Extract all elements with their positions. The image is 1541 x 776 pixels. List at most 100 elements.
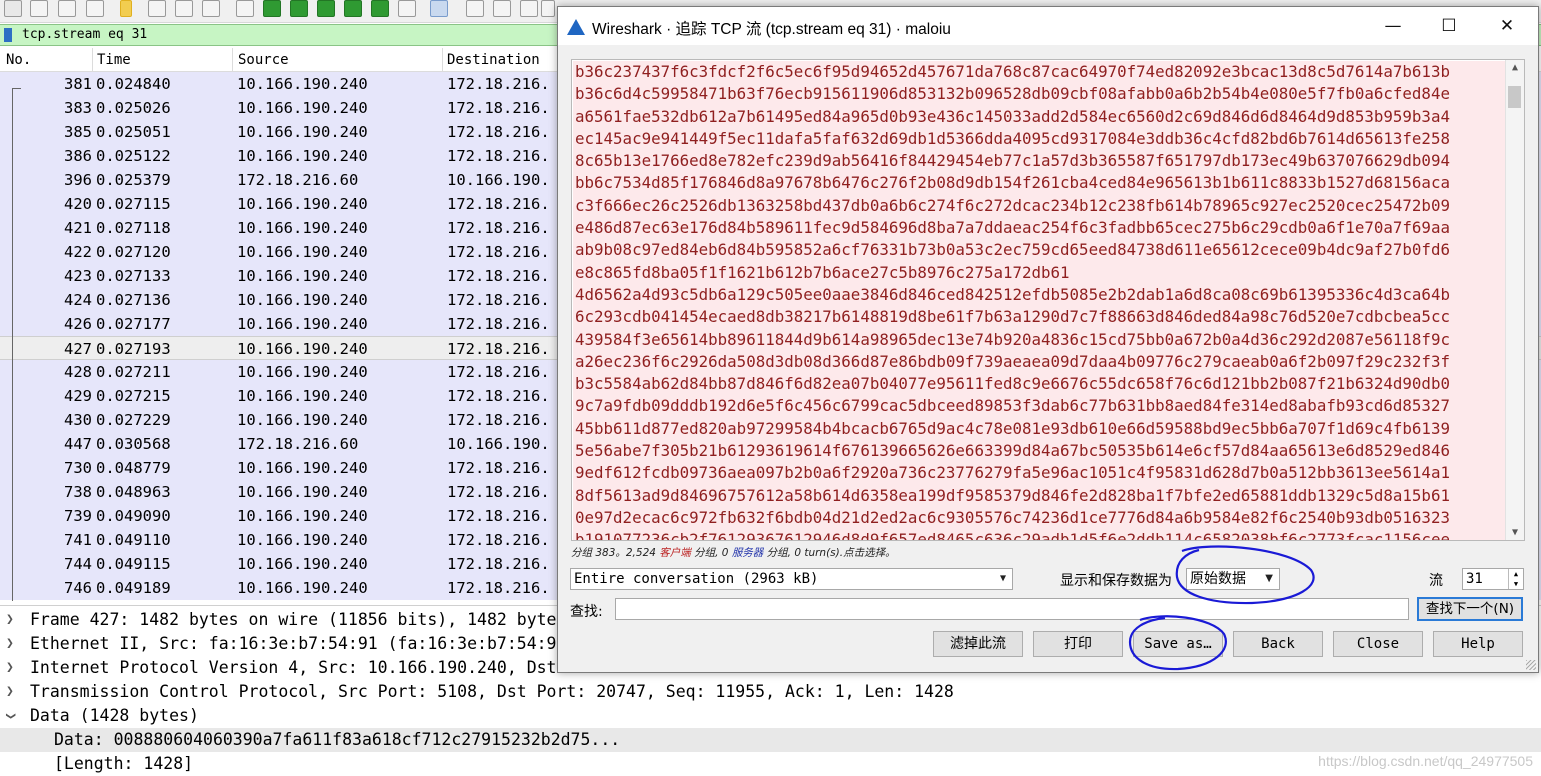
display-filter-input[interactable]: tcp.stream eq 31 bbox=[22, 27, 147, 42]
find-next-button[interactable]: 查找下一个(N) bbox=[1417, 597, 1523, 621]
stream-line[interactable]: 9edf612fcdb09736aea097b2b0a6f2920a736c23… bbox=[573, 462, 1505, 485]
zoom-out-icon[interactable] bbox=[493, 0, 511, 17]
dialog-titlebar[interactable]: Wireshark · 追踪 TCP 流 (tcp.stream eq 31) … bbox=[558, 7, 1538, 45]
stream-line[interactable]: b36c6d4c59958471b63f76ecb915611906d85313… bbox=[573, 83, 1505, 106]
column-header-destination[interactable]: Destination bbox=[447, 52, 540, 68]
resize-grip-icon[interactable] bbox=[1526, 660, 1536, 670]
go-to-packet-icon[interactable] bbox=[317, 0, 335, 17]
stream-line[interactable]: 8df5613ad9d84696757612a58b614d6358ea199d… bbox=[573, 484, 1505, 507]
packet-time: 0.049090 bbox=[96, 507, 171, 525]
packet-time: 0.025026 bbox=[96, 99, 171, 117]
stream-content[interactable]: b36c237437f6c3fdcf2f6c5ec6f95d94652d4576… bbox=[571, 59, 1525, 541]
save-as-button[interactable]: Save as… bbox=[1133, 631, 1223, 657]
stream-line[interactable]: 6c293cdb041454ecaed8db38217b6148819d8be6… bbox=[573, 306, 1505, 329]
packet-time: 0.025379 bbox=[96, 171, 171, 189]
bookmark-icon[interactable] bbox=[4, 28, 12, 42]
stream-line[interactable]: 4d6562a4d93c5db6a129c505ee0aae3846d846ce… bbox=[573, 283, 1505, 307]
conversation-select[interactable]: Entire conversation (2963 kB) ▼ bbox=[570, 568, 1013, 590]
column-header-source[interactable]: Source bbox=[238, 52, 289, 68]
chevron-right-icon[interactable]: ❯ bbox=[6, 608, 14, 632]
stream-text[interactable]: b36c237437f6c3fdcf2f6c5ec6f95d94652d4576… bbox=[573, 61, 1505, 540]
tree-item-data-value[interactable]: Data: 008880604060390a7fa611f83a618cf712… bbox=[0, 728, 1541, 752]
back-button[interactable]: Back bbox=[1233, 631, 1323, 657]
autoscroll-icon[interactable] bbox=[398, 0, 416, 17]
packet-time: 0.027215 bbox=[96, 387, 171, 405]
scrollbar-thumb[interactable] bbox=[1508, 86, 1521, 108]
tree-item-data[interactable]: ❯ Data (1428 bytes) bbox=[0, 704, 1541, 728]
go-last-icon[interactable] bbox=[371, 0, 389, 17]
go-forward-icon[interactable] bbox=[290, 0, 308, 17]
go-first-icon[interactable] bbox=[344, 0, 362, 17]
minimize-icon[interactable]: — bbox=[1364, 7, 1422, 45]
maximize-icon[interactable]: ☐ bbox=[1420, 7, 1478, 45]
zoom-in-icon[interactable] bbox=[466, 0, 484, 17]
spin-down-icon[interactable]: ▼ bbox=[1508, 579, 1523, 589]
dropdown-arrow-icon: ▼ bbox=[999, 573, 1006, 584]
print-button[interactable]: 打印 bbox=[1033, 631, 1123, 657]
dropdown-arrow-icon: ▼ bbox=[1265, 573, 1273, 584]
close-icon[interactable]: ✕ bbox=[1478, 7, 1536, 45]
data-format-select[interactable]: 原始数据 ▼ bbox=[1186, 568, 1280, 590]
stream-line[interactable]: ab9b08c97ed84eb6d84b595852a6cf76331b73b0… bbox=[573, 239, 1505, 262]
close-file-icon[interactable] bbox=[175, 0, 193, 17]
stream-line[interactable]: b3c5584ab62d84bb87d846f6d82ea07b04077e95… bbox=[573, 373, 1505, 396]
packet-destination: 172.18.216. bbox=[447, 267, 550, 285]
scroll-down-icon[interactable]: ▼ bbox=[1506, 527, 1524, 538]
chevron-right-icon[interactable]: ❯ bbox=[6, 680, 14, 704]
find-input[interactable] bbox=[615, 598, 1409, 620]
chevron-right-icon[interactable]: ❯ bbox=[6, 656, 14, 680]
stream-number-spinbox[interactable]: 31 ▲ ▼ bbox=[1462, 568, 1524, 590]
column-header-no[interactable]: No. bbox=[6, 52, 31, 68]
packet-source: 10.166.190.240 bbox=[237, 411, 368, 429]
stream-line[interactable]: a26ec236f6c2926da508d3db08d366d87e86bdb0… bbox=[573, 350, 1505, 374]
chevron-down-icon[interactable]: ❯ bbox=[0, 712, 22, 720]
packet-time: 0.049189 bbox=[96, 579, 171, 597]
tree-item-label: Data: 008880604060390a7fa611f83a618cf712… bbox=[54, 730, 621, 749]
stream-line[interactable]: e8c865fd8ba05f1f1621b612b7b6ace27c5b8976… bbox=[573, 261, 1505, 284]
stream-line[interactable]: 8c65b13e1766ed8e782efc239d9ab56416f84429… bbox=[573, 150, 1505, 173]
save-file-icon[interactable] bbox=[148, 0, 166, 17]
tree-item-label: Transmission Control Protocol, Src Port:… bbox=[30, 682, 954, 701]
find-packet-icon[interactable] bbox=[236, 0, 254, 17]
stream-line[interactable]: e486d87ec63e176d84b589611fec9d584696d8ba… bbox=[573, 217, 1505, 240]
stream-line[interactable]: 439584f3e65614bb89611844d9b614a98965dec1… bbox=[573, 328, 1505, 351]
packet-time: 0.027229 bbox=[96, 411, 171, 429]
stream-line[interactable]: 5e56abe7f305b21b61293619614f676139665626… bbox=[573, 440, 1505, 463]
help-button[interactable]: Help bbox=[1433, 631, 1523, 657]
dialog-title: Wireshark · 追踪 TCP 流 (tcp.stream eq 31) … bbox=[592, 21, 951, 38]
stream-line[interactable]: 9c7a9fdb09dddb192d6e5f6c456c6799cac5dbce… bbox=[573, 395, 1505, 418]
capture-options-icon[interactable] bbox=[86, 0, 104, 17]
tree-item-length[interactable]: [Length: 1428] bbox=[0, 752, 1541, 776]
packet-destination: 172.18.216. bbox=[447, 291, 550, 309]
packet-time: 0.027120 bbox=[96, 243, 171, 261]
packet-time: 0.027211 bbox=[96, 363, 171, 381]
chevron-right-icon[interactable]: ❯ bbox=[6, 632, 14, 656]
stream-line[interactable]: 0e97d2ecac6c972fb632f6bdb04d21d2ed2ac6c9… bbox=[573, 506, 1505, 530]
reload-file-icon[interactable] bbox=[202, 0, 220, 17]
stream-line[interactable]: b191077236cb2f76129367612946d8d9f657ed84… bbox=[573, 529, 1505, 540]
spin-up-icon[interactable]: ▲ bbox=[1508, 569, 1523, 579]
open-file-icon[interactable] bbox=[120, 0, 132, 17]
tree-item-tcp[interactable]: ❯ Transmission Control Protocol, Src Por… bbox=[0, 680, 1541, 704]
stream-line[interactable]: b36c237437f6c3fdcf2f6c5ec6f95d94652d4576… bbox=[573, 61, 1505, 84]
filter-out-stream-button[interactable]: 滤掉此流 bbox=[933, 631, 1023, 657]
close-button[interactable]: Close bbox=[1333, 631, 1423, 657]
stream-line[interactable]: c3f666ec26c2526db1363258bd437db0a6b6c274… bbox=[573, 194, 1505, 218]
zoom-normal-icon[interactable] bbox=[520, 0, 538, 17]
shark-fin-icon[interactable] bbox=[4, 0, 22, 17]
column-header-time[interactable]: Time bbox=[97, 52, 131, 68]
restart-capture-icon[interactable] bbox=[58, 0, 76, 17]
packet-time: 0.030568 bbox=[96, 435, 171, 453]
go-back-icon[interactable] bbox=[263, 0, 281, 17]
stream-line[interactable]: a6561fae532db612a7b61495ed84a965d0b93e43… bbox=[573, 105, 1505, 128]
resize-columns-icon[interactable] bbox=[541, 0, 555, 17]
vertical-scrollbar[interactable]: ▲ ▼ bbox=[1505, 60, 1524, 540]
stream-line[interactable]: ec145ac9e941449f5ec11dafa5faf632d69db1d5… bbox=[573, 127, 1505, 151]
stream-line[interactable]: 45bb611d877ed820ab97299584b4bcacb6765d9a… bbox=[573, 417, 1505, 441]
packet-source: 10.166.190.240 bbox=[237, 75, 368, 93]
stop-capture-icon[interactable] bbox=[30, 0, 48, 17]
packet-source: 10.166.190.240 bbox=[237, 459, 368, 477]
colorize-icon[interactable] bbox=[430, 0, 448, 17]
scroll-up-icon[interactable]: ▲ bbox=[1506, 62, 1524, 73]
stream-line[interactable]: bb6c7534d85f176846d8a97678b6476c276f2b08… bbox=[573, 172, 1505, 195]
